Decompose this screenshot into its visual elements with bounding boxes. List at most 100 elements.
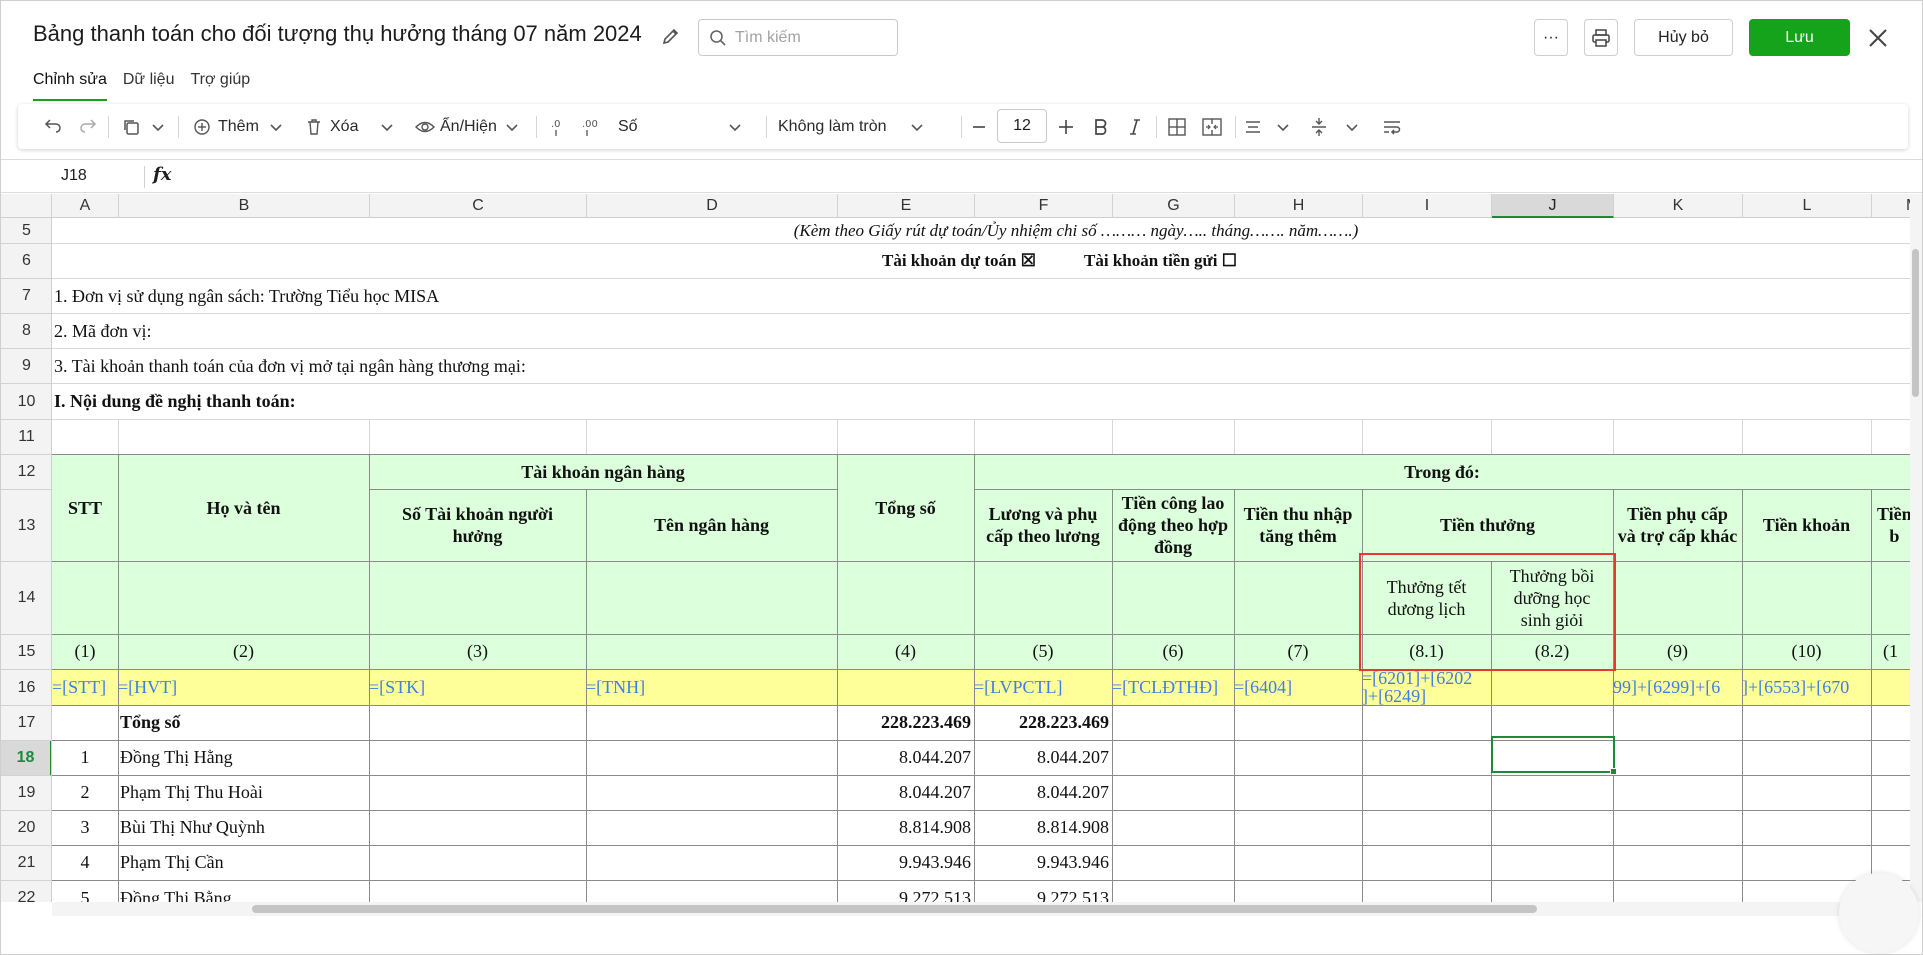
column-header[interactable]: G <box>1113 194 1235 218</box>
formula-cell[interactable]: =[6201]+[6202 ]+[6249] <box>1362 669 1491 705</box>
formula-cell[interactable]: =[STK] <box>369 669 586 705</box>
horizontal-scrollbar[interactable] <box>52 902 1910 916</box>
column-header[interactable]: D <box>587 194 838 218</box>
print-button[interactable] <box>1584 19 1618 56</box>
selected-cell-j18[interactable] <box>1491 736 1615 773</box>
formula-cell[interactable]: =[LVPCTL] <box>974 669 1112 705</box>
rounding-select[interactable]: Không làm tròn <box>778 104 924 149</box>
column-header[interactable]: B <box>119 194 370 218</box>
font-size-input[interactable]: 12 <box>997 109 1047 143</box>
more-options-button[interactable]: ··· <box>1534 19 1568 56</box>
italic-icon[interactable] <box>1128 104 1142 149</box>
row-total[interactable]: 9.272.513 <box>837 880 974 902</box>
row-salary[interactable]: 9.943.946 <box>974 845 1112 880</box>
row-salary[interactable]: 8.044.207 <box>974 775 1112 810</box>
column-header[interactable]: K <box>1614 194 1743 218</box>
row-header[interactable]: 20 <box>1 811 51 846</box>
bold-icon[interactable] <box>1093 104 1109 149</box>
search-box[interactable] <box>698 19 898 56</box>
edit-title-icon[interactable] <box>661 26 683 48</box>
row-stt[interactable]: 2 <box>52 775 118 810</box>
decrease-decimal-icon[interactable]: .0 <box>548 104 570 149</box>
horizontal-scroll-thumb[interactable] <box>252 905 1537 913</box>
cell-reference-box[interactable]: J18 <box>61 167 87 185</box>
row-header[interactable]: 17 <box>1 706 51 741</box>
row-header[interactable]: 12 <box>1 455 51 490</box>
row-name[interactable]: Phạm Thị Thu Hoài <box>120 775 369 810</box>
row-total[interactable]: 8.814.908 <box>837 810 974 845</box>
row-stt[interactable]: 5 <box>52 880 118 902</box>
increase-decimal-icon[interactable]: .00 <box>581 104 605 149</box>
row-header[interactable]: 8 <box>1 314 51 349</box>
borders-icon[interactable] <box>1167 104 1187 149</box>
row-header[interactable]: 5 <box>1 218 51 244</box>
formula-cell[interactable]: =[TNH] <box>586 669 837 705</box>
column-header[interactable]: I <box>1363 194 1492 218</box>
row-header[interactable]: 14 <box>1 562 51 635</box>
wrap-text-icon[interactable] <box>1382 104 1402 149</box>
tab-edit[interactable]: Chỉnh sửa <box>33 71 107 101</box>
formula-cell[interactable]: =[HVT] <box>118 669 369 705</box>
align-vertical-icon[interactable] <box>1310 104 1328 149</box>
align-horizontal-chevron-icon[interactable] <box>1276 104 1290 149</box>
column-header[interactable]: L <box>1743 194 1872 218</box>
spreadsheet-grid[interactable]: (Kèm theo Giấy rút dự toán/Ủy nhiệm chi … <box>52 218 1910 902</box>
tab-data[interactable]: Dữ liệu <box>123 71 175 101</box>
row-header[interactable]: 22 <box>1 881 51 902</box>
vertical-scroll-thumb[interactable] <box>1912 249 1919 397</box>
column-header[interactable]: A <box>52 194 119 218</box>
formula-cell[interactable]: =[TCLĐTHĐ] <box>1112 669 1234 705</box>
row-header[interactable]: 9 <box>1 349 51 384</box>
close-icon[interactable] <box>1865 25 1891 51</box>
row-header-selected[interactable]: 18 <box>1 741 51 776</box>
row-header[interactable]: 19 <box>1 776 51 811</box>
copy-icon[interactable] <box>121 104 141 149</box>
vertical-scrollbar[interactable] <box>1910 194 1922 902</box>
row-total[interactable]: 9.943.946 <box>837 845 974 880</box>
row-salary[interactable]: 8.814.908 <box>974 810 1112 845</box>
redo-icon[interactable] <box>78 104 98 149</box>
row-header[interactable]: 15 <box>1 635 51 670</box>
formula-cell[interactable]: ]+[6553]+[670 <box>1742 669 1871 705</box>
search-input[interactable] <box>735 28 885 47</box>
select-all-corner[interactable] <box>1 194 52 218</box>
row-total[interactable]: 8.044.207 <box>837 775 974 810</box>
function-icon[interactable]: fx <box>153 164 171 185</box>
row-total[interactable]: 8.044.207 <box>837 740 974 775</box>
row-salary[interactable]: 9.272.513 <box>974 880 1112 902</box>
merge-cells-icon[interactable] <box>1201 104 1223 149</box>
formula-cell[interactable]: =[STT] <box>52 669 118 705</box>
row-stt[interactable]: 1 <box>52 740 118 775</box>
row-name[interactable]: Đồng Thị Hằng <box>120 740 369 775</box>
column-header-selected[interactable]: J <box>1492 194 1614 218</box>
increase-font-icon[interactable] <box>1057 104 1075 149</box>
row-salary[interactable]: 8.044.207 <box>974 740 1112 775</box>
column-header[interactable]: E <box>838 194 975 218</box>
column-header[interactable]: H <box>1235 194 1363 218</box>
decrease-font-icon[interactable] <box>971 104 987 149</box>
undo-icon[interactable] <box>43 104 63 149</box>
align-horizontal-icon[interactable] <box>1244 104 1262 149</box>
copy-dropdown-chevron-icon[interactable] <box>151 104 165 149</box>
align-vertical-chevron-icon[interactable] <box>1345 104 1359 149</box>
number-format-select[interactable]: Số <box>618 104 742 149</box>
row-header[interactable]: 7 <box>1 279 51 314</box>
row-header[interactable]: 6 <box>1 244 51 279</box>
floating-assistant-button[interactable] <box>1839 873 1919 953</box>
row-header[interactable]: 13 <box>1 490 51 562</box>
column-header[interactable]: F <box>975 194 1113 218</box>
row-header[interactable]: 11 <box>1 420 51 455</box>
formula-cell[interactable]: =[6404] <box>1234 669 1362 705</box>
row-name[interactable]: Đồng Thị Bằng <box>120 880 369 902</box>
row-name[interactable]: Phạm Thị Cần <box>120 845 369 880</box>
cancel-button[interactable]: Hủy bỏ <box>1634 19 1733 56</box>
row-stt[interactable]: 3 <box>52 810 118 845</box>
show-hide-button[interactable]: Ẩn/Hiện <box>415 104 519 149</box>
tab-help[interactable]: Trợ giúp <box>190 71 250 101</box>
row-header[interactable]: 10 <box>1 384 51 420</box>
insert-button[interactable]: Thêm <box>193 104 283 149</box>
row-header[interactable]: 21 <box>1 846 51 881</box>
formula-cell[interactable]: 99]+[6299]+[6 <box>1613 669 1742 705</box>
row-name[interactable]: Bùi Thị Như Quỳnh <box>120 810 369 845</box>
fill-handle[interactable] <box>1610 768 1617 775</box>
